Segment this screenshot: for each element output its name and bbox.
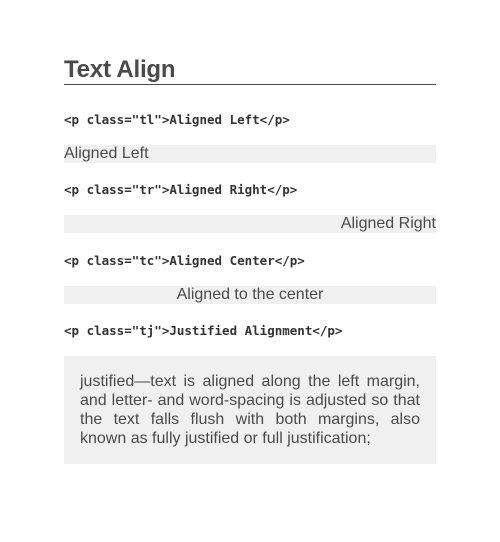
justified-paragraph: justified—text is aligned along the left… bbox=[64, 356, 436, 464]
aligned-left-paragraph: Aligned Left bbox=[64, 145, 436, 163]
aligned-right-paragraph: Aligned Right bbox=[64, 215, 436, 233]
code-sample-center: <p class="tc">Aligned Center</p> bbox=[64, 253, 305, 268]
code-sample-right: <p class="tr">Aligned Right</p> bbox=[64, 182, 298, 197]
aligned-center-paragraph: Aligned to the center bbox=[64, 286, 436, 304]
page-title: Text Align bbox=[64, 56, 436, 85]
code-sample-justified: <p class="tj">Justified Alignment</p> bbox=[64, 323, 343, 338]
code-sample-left: <p class="tl">Aligned Left</p> bbox=[64, 112, 290, 127]
